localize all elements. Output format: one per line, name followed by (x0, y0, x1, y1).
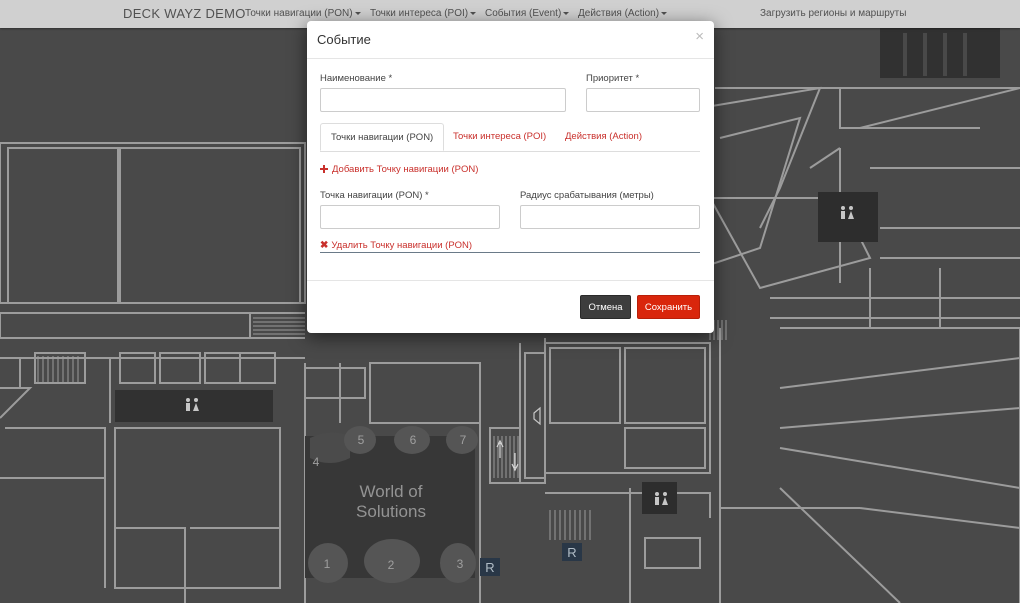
priority-label: Приоритет * (586, 73, 640, 84)
modal-title: Событие (317, 32, 371, 47)
event-modal: Событие × Наименование * Приоритет * Точ… (307, 21, 714, 333)
tab-actions[interactable]: Действия (Action) (555, 123, 652, 151)
section-divider (320, 252, 700, 253)
footer-divider (307, 280, 714, 281)
save-button[interactable]: Сохранить (637, 295, 700, 319)
plus-icon (320, 165, 328, 173)
priority-input[interactable] (586, 88, 700, 112)
modal-header: Событие × (307, 21, 714, 59)
close-icon[interactable]: × (695, 29, 704, 44)
tab-poi[interactable]: Точки интереса (POI) (443, 123, 556, 151)
radius-input[interactable] (520, 205, 700, 229)
modal-tabs: Точки навигации (PON) Точки интереса (PO… (320, 123, 700, 152)
radius-label: Радиус срабатывания (метры) (520, 190, 654, 201)
remove-pon-label: Удалить Точку навигации (PON) (331, 240, 473, 251)
cancel-button[interactable]: Отмена (580, 295, 631, 319)
tab-pon[interactable]: Точки навигации (PON) (320, 123, 445, 151)
name-label: Наименование * (320, 73, 393, 84)
name-input[interactable] (320, 88, 566, 112)
remove-pon-link[interactable]: ✖ Удалить Точку навигации (PON) (320, 240, 472, 251)
pon-label: Точка навигации (PON) * (320, 190, 429, 201)
add-pon-link[interactable]: Добавить Точку навигации (PON) (320, 164, 478, 175)
remove-icon: ✖ (320, 240, 329, 251)
pon-input[interactable] (320, 205, 500, 229)
add-pon-label: Добавить Точку навигации (PON) (332, 164, 479, 175)
